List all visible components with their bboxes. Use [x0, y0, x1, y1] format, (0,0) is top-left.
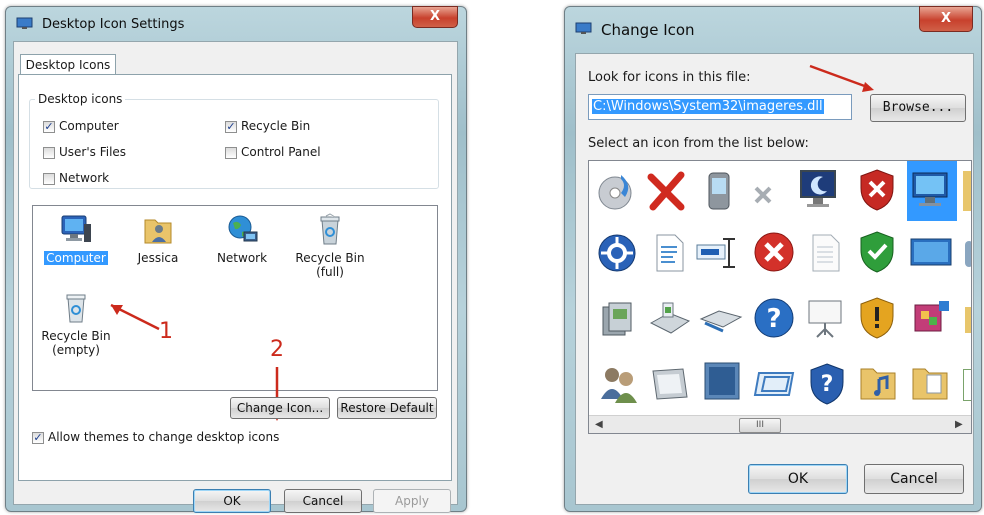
monitor-moon-icon[interactable] [795, 165, 843, 213]
scroll-left-arrow[interactable]: ◀ [595, 419, 603, 430]
svg-text:?: ? [766, 304, 781, 334]
small-x-icon[interactable] [749, 181, 777, 209]
list-icon-partial[interactable] [963, 369, 971, 401]
ok-button[interactable]: OK [748, 464, 848, 494]
cancel-button[interactable]: Cancel [864, 464, 964, 494]
folder-icon-partial-2[interactable] [965, 307, 971, 333]
scroll-thumb-grip: III [756, 420, 764, 430]
title-bar[interactable]: Desktop Icon Settings X [6, 6, 466, 41]
cancel-button[interactable]: Cancel [284, 489, 362, 513]
music-folder-icon[interactable] [857, 361, 901, 405]
gear-icon-partial[interactable] [965, 241, 971, 267]
sync-center-icon[interactable] [595, 231, 639, 275]
svg-text:?: ? [821, 372, 834, 397]
desktop-settings-icon [16, 17, 33, 29]
blank-page-icon[interactable] [805, 231, 845, 275]
security-shield-warning-icon[interactable] [855, 295, 899, 341]
security-shield-red-icon[interactable] [855, 167, 899, 213]
flat-monitor-icon[interactable] [907, 235, 957, 271]
tab-label: Desktop Icons [25, 58, 111, 72]
window-title: Change Icon [601, 21, 695, 39]
help-shield-icon[interactable]: ? [805, 361, 849, 407]
annotation-2: 2 [270, 337, 284, 362]
tab-desktop-icons[interactable]: Desktop Icons [20, 54, 116, 75]
media-player-icon[interactable] [595, 169, 639, 213]
window-frame-icon[interactable] [647, 363, 693, 403]
programs-icon[interactable] [909, 295, 955, 341]
change-icon-window: Change Icon X Look for icons in this fil… [564, 6, 982, 512]
documents-folder-icon[interactable] [909, 361, 953, 405]
libraries-icon[interactable] [597, 297, 641, 341]
file-path-value: C:\Windows\System32\imageres.dll [592, 99, 824, 114]
display-monitor-icon [912, 172, 948, 206]
scroll-right-arrow[interactable]: ▶ [955, 419, 963, 430]
ok-button[interactable]: OK [193, 489, 271, 513]
allow-themes-label: Allow themes to change desktop icons [48, 430, 280, 444]
horizontal-scrollbar[interactable]: ◀ III ▶ [589, 415, 971, 433]
scroll-thumb[interactable]: III [739, 418, 781, 433]
look-for-label: Look for icons in this file: [588, 70, 751, 85]
security-shield-green-icon[interactable] [855, 229, 899, 275]
printer-flat-icon[interactable] [697, 301, 745, 337]
window-title: Desktop Icon Settings [42, 17, 185, 32]
annotation-1: 1 [159, 319, 173, 344]
selected-icon-cell[interactable] [907, 161, 957, 221]
select-icon-label: Select an icon from the list below: [588, 136, 809, 151]
photo-frame-icon[interactable] [699, 359, 745, 405]
dialog-body: Desktop Icons Desktop icons ✓ Computer ✓… [13, 41, 458, 513]
change-icon-button[interactable]: Change Icon... [230, 397, 330, 419]
icon-grid[interactable]: ? ? ◀ III ▶ [588, 160, 972, 434]
error-red-icon[interactable] [751, 229, 797, 275]
annotation-arrows [110, 303, 284, 421]
display-settings-icon[interactable] [751, 365, 799, 401]
text-cursor-icon[interactable] [693, 233, 743, 273]
desktop-icon-settings-window: Desktop Icon Settings X Desktop Icons De… [5, 6, 467, 513]
change-icon-app-icon [575, 22, 592, 34]
allow-themes-checkbox[interactable]: ✓ [32, 432, 44, 444]
restore-default-button[interactable]: Restore Default [337, 397, 437, 419]
help-question-icon[interactable]: ? [751, 295, 797, 341]
browse-button[interactable]: Browse... [870, 94, 966, 122]
title-bar[interactable]: Change Icon X [565, 6, 981, 51]
annotation-arrow-browse [809, 64, 874, 92]
users-icon[interactable] [597, 361, 641, 405]
scanner-icon[interactable] [647, 299, 693, 339]
red-x-icon[interactable] [645, 169, 689, 213]
document-icon[interactable] [649, 231, 689, 275]
dialog-body: Look for icons in this file: C:\Windows\… [575, 53, 974, 505]
folder-icon-partial[interactable] [963, 171, 971, 211]
apply-button[interactable]: Apply [373, 489, 451, 513]
close-button[interactable]: X [919, 6, 973, 32]
mobile-device-icon[interactable] [699, 169, 739, 213]
projector-screen-icon[interactable] [803, 295, 847, 341]
tab-panel: Desktop icons ✓ Computer ✓ Recycle Bin U… [18, 74, 452, 481]
close-button[interactable]: X [412, 6, 458, 28]
